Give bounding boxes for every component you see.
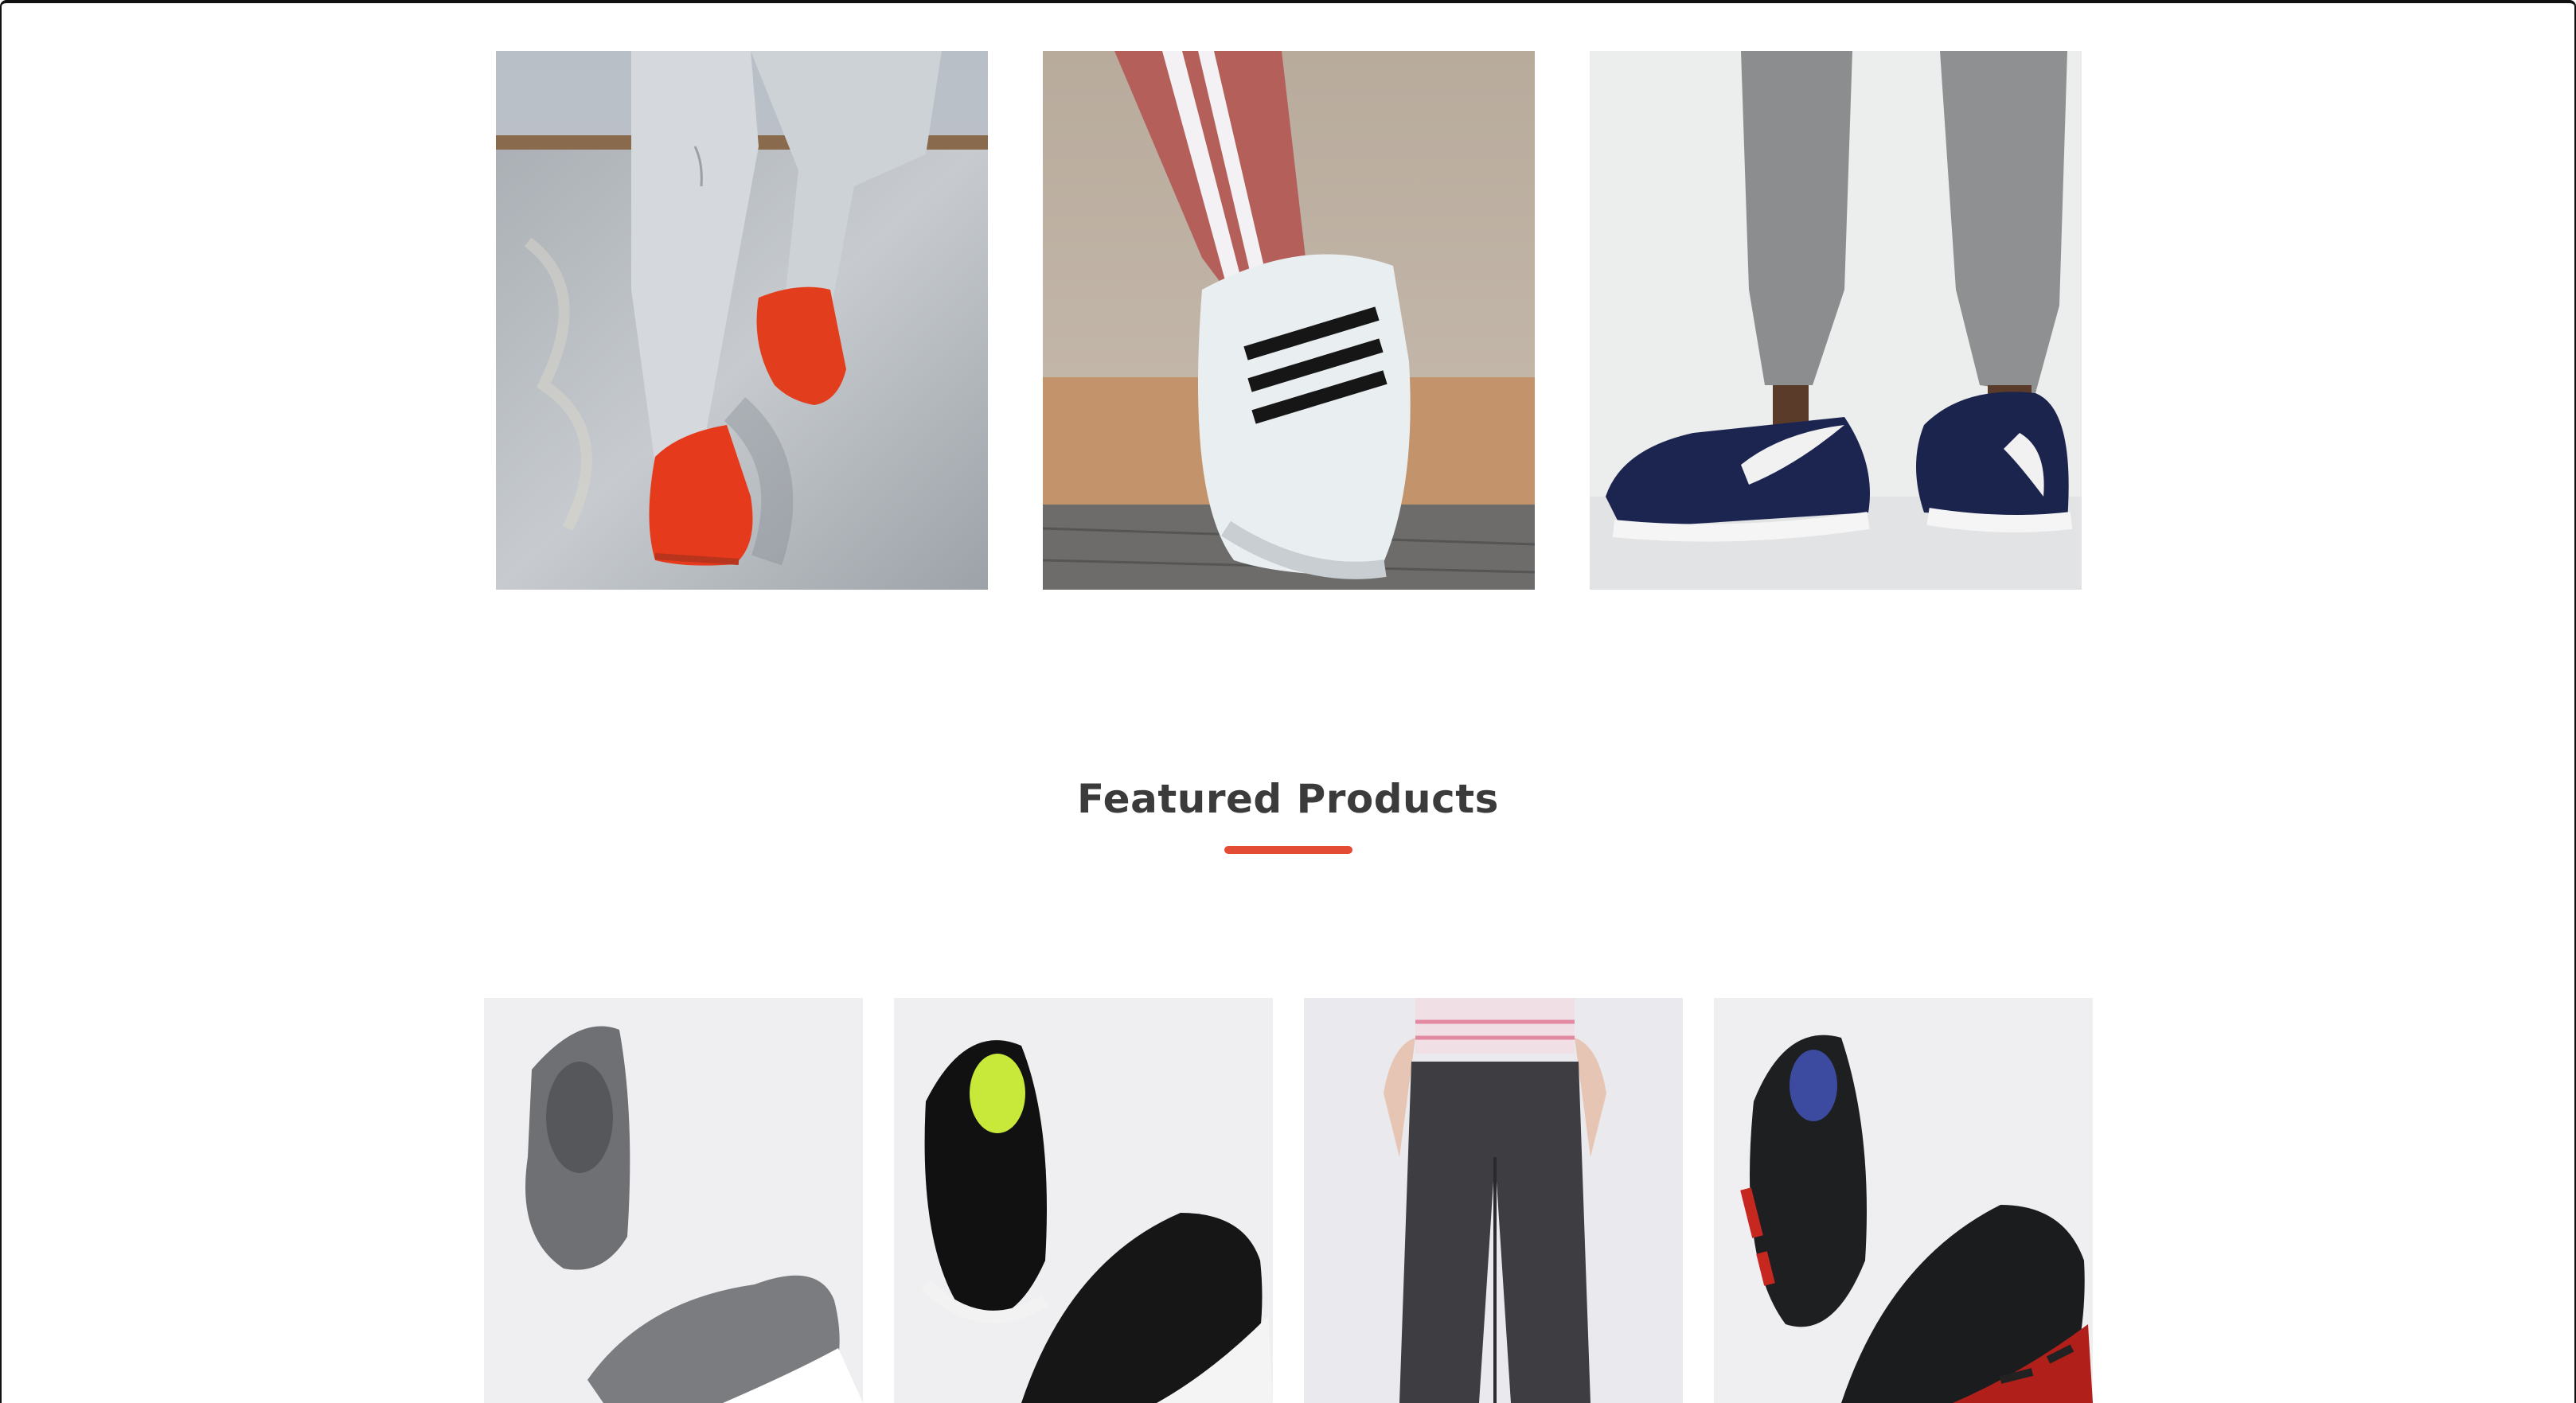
- product-image-black-red-shoe: [1714, 998, 2093, 1403]
- product-card[interactable]: [484, 998, 863, 1403]
- category-banner-red-sneakers[interactable]: [496, 51, 988, 590]
- banner-image: [1043, 51, 1535, 590]
- product-card[interactable]: [894, 998, 1273, 1403]
- category-banner-striped-sneaker[interactable]: [1043, 51, 1535, 590]
- section-title-featured-products: Featured Products: [1077, 776, 1499, 822]
- product-image-grey-slip-on: [484, 998, 863, 1403]
- product-image-black-running-shoe: [894, 998, 1273, 1403]
- banner-image: [496, 51, 988, 590]
- category-banner-navy-shoes[interactable]: [1590, 51, 2082, 590]
- product-card[interactable]: [1714, 998, 2093, 1403]
- banner-image: [1590, 51, 2082, 590]
- product-image-jogger-pants: [1304, 998, 1683, 1403]
- title-underline-accent: [1224, 846, 1352, 854]
- product-card[interactable]: [1304, 998, 1683, 1403]
